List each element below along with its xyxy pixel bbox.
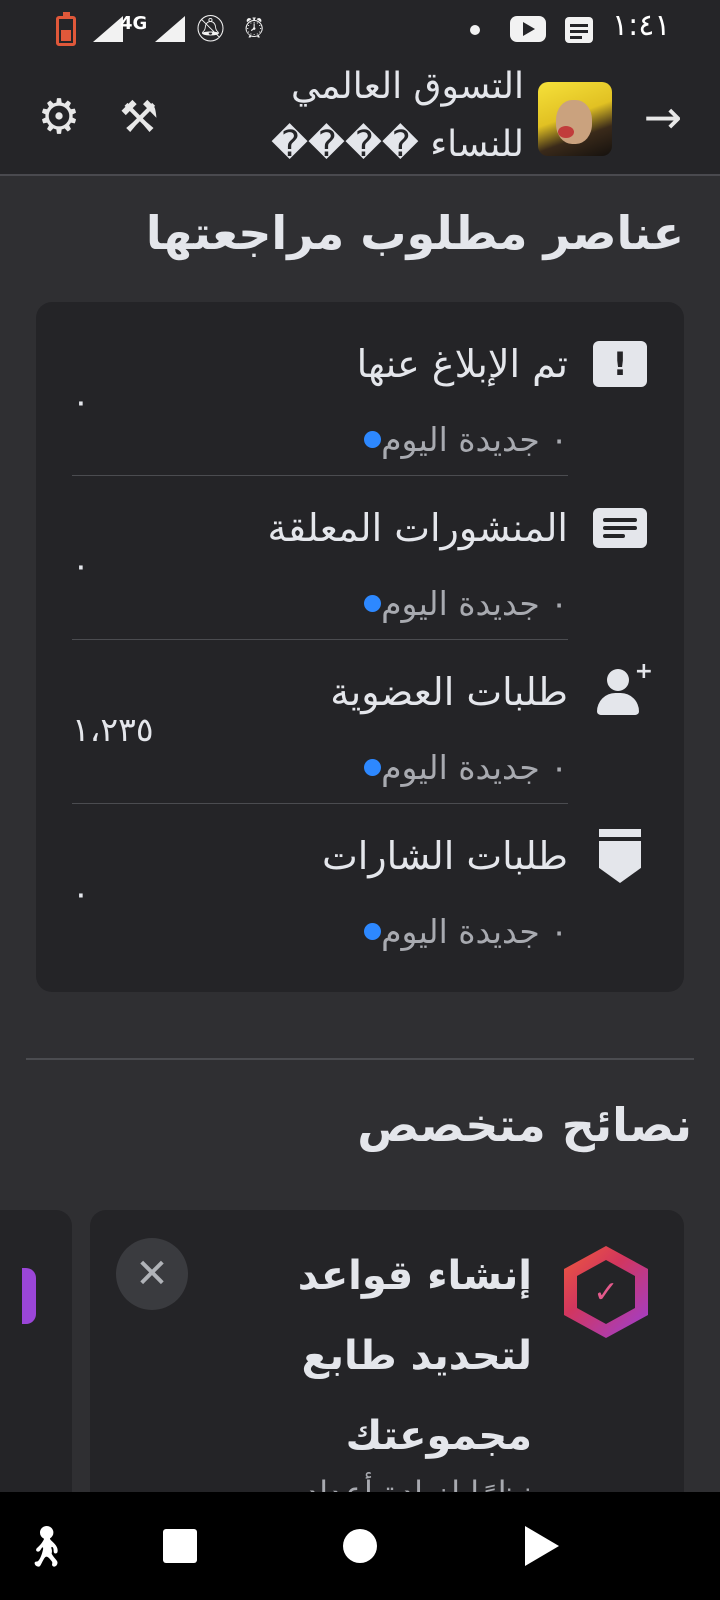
signal-icon [93, 16, 123, 42]
badge-icon [592, 829, 648, 883]
accessibility-icon[interactable]: 🚶︎ [21, 1522, 72, 1570]
review-item-count: ١،٢٣٥ [72, 710, 154, 749]
group-title-line1: التسوق العالمي [290, 66, 524, 107]
bell-off-icon: 🔕︎ [194, 14, 228, 44]
shield-check-icon: ✓ [564, 1246, 648, 1338]
review-item-label: طلبات الشارات [321, 834, 568, 878]
back-button[interactable] [518, 1522, 566, 1570]
tools-icon[interactable]: ⚒︎ [112, 90, 166, 144]
new-dot-icon [364, 595, 382, 612]
message-icon [565, 17, 593, 43]
new-dot-icon [364, 923, 382, 940]
review-item-sub: ٠ جديدة اليوم [350, 748, 568, 787]
group-avatar[interactable] [538, 82, 612, 156]
review-card: ! تم الإبلاغ عنها ٠ جديدة اليوم ٠ المنشو… [36, 302, 684, 992]
review-item-badge-requests[interactable]: طلبات الشارات ٠ جديدة اليوم ٠ [72, 804, 648, 968]
gear-icon[interactable]: ⚙︎ [32, 89, 86, 145]
review-item-label: طلبات العضوية [330, 670, 568, 714]
status-bar: 4G 🔕︎ ⏰︎ ١:٤١ [0, 0, 720, 58]
review-item-count: ٠ [72, 382, 90, 421]
navigation-bar: 🚶︎ [0, 1492, 720, 1600]
review-item-sub: ٠ جديدة اليوم [350, 420, 568, 459]
battery-low-icon [56, 12, 76, 46]
review-section-title: عناصر مطلوب مراجعتها [145, 206, 684, 260]
review-item-count: ٠ [72, 546, 90, 585]
review-item-sub: ٠ جديدة اليوم [350, 912, 568, 951]
alarm-icon: ⏰︎ [244, 13, 265, 44]
pending-posts-icon [592, 504, 648, 552]
group-title[interactable]: التسوق العالمي للنساء ���� [164, 58, 524, 174]
group-title-line2: للنساء ���� [271, 124, 524, 165]
close-button[interactable]: ✕ [116, 1238, 188, 1310]
add-person-icon: + [592, 659, 653, 716]
signal-icon [155, 16, 185, 42]
arrow-right-icon[interactable]: → [636, 90, 690, 144]
recents-button[interactable] [156, 1522, 204, 1570]
review-item-pending-posts[interactable]: المنشورات المعلقة ٠ جديدة اليوم ٠ [72, 476, 648, 640]
new-dot-icon [364, 431, 382, 448]
review-item-reported[interactable]: ! تم الإبلاغ عنها ٠ جديدة اليوم ٠ [72, 312, 648, 476]
review-item-sub: ٠ جديدة اليوم [350, 584, 568, 623]
youtube-icon [510, 16, 546, 42]
tips-section-title: نصائح متخصص [357, 1098, 692, 1152]
section-divider [26, 1058, 694, 1060]
review-item-label: تم الإبلاغ عنها [356, 342, 568, 386]
dot-icon [470, 25, 480, 35]
home-button[interactable] [336, 1522, 384, 1570]
tip-title: إنشاء قواعد لتحديد طابع مجموعتك [297, 1253, 532, 1459]
review-item-label: المنشورات المعلقة [267, 506, 568, 550]
review-item-count: ٠ [72, 874, 90, 913]
new-dot-icon [364, 759, 382, 776]
close-icon: ✕ [135, 1251, 169, 1297]
app-header: → التسوق العالمي للنساء ���� ⚒︎ ⚙︎ [0, 58, 720, 176]
review-item-membership-requests[interactable]: + طلبات العضوية ٠ جديدة اليوم ١،٢٣٥ [72, 640, 653, 804]
clock: ١:٤١ [612, 7, 671, 43]
report-icon: ! [592, 340, 648, 388]
network-type: 4G [120, 12, 148, 34]
